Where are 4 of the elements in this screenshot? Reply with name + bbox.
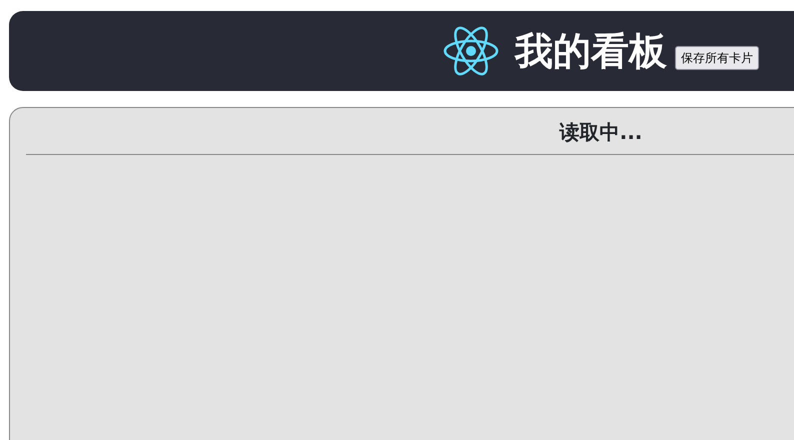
loading-text: 读取中...: [26, 108, 794, 155]
save-all-cards-button[interactable]: 保存所有卡片: [675, 46, 759, 70]
atom-logo-icon: [443, 26, 499, 76]
board-title: 我的看板: [515, 32, 667, 70]
